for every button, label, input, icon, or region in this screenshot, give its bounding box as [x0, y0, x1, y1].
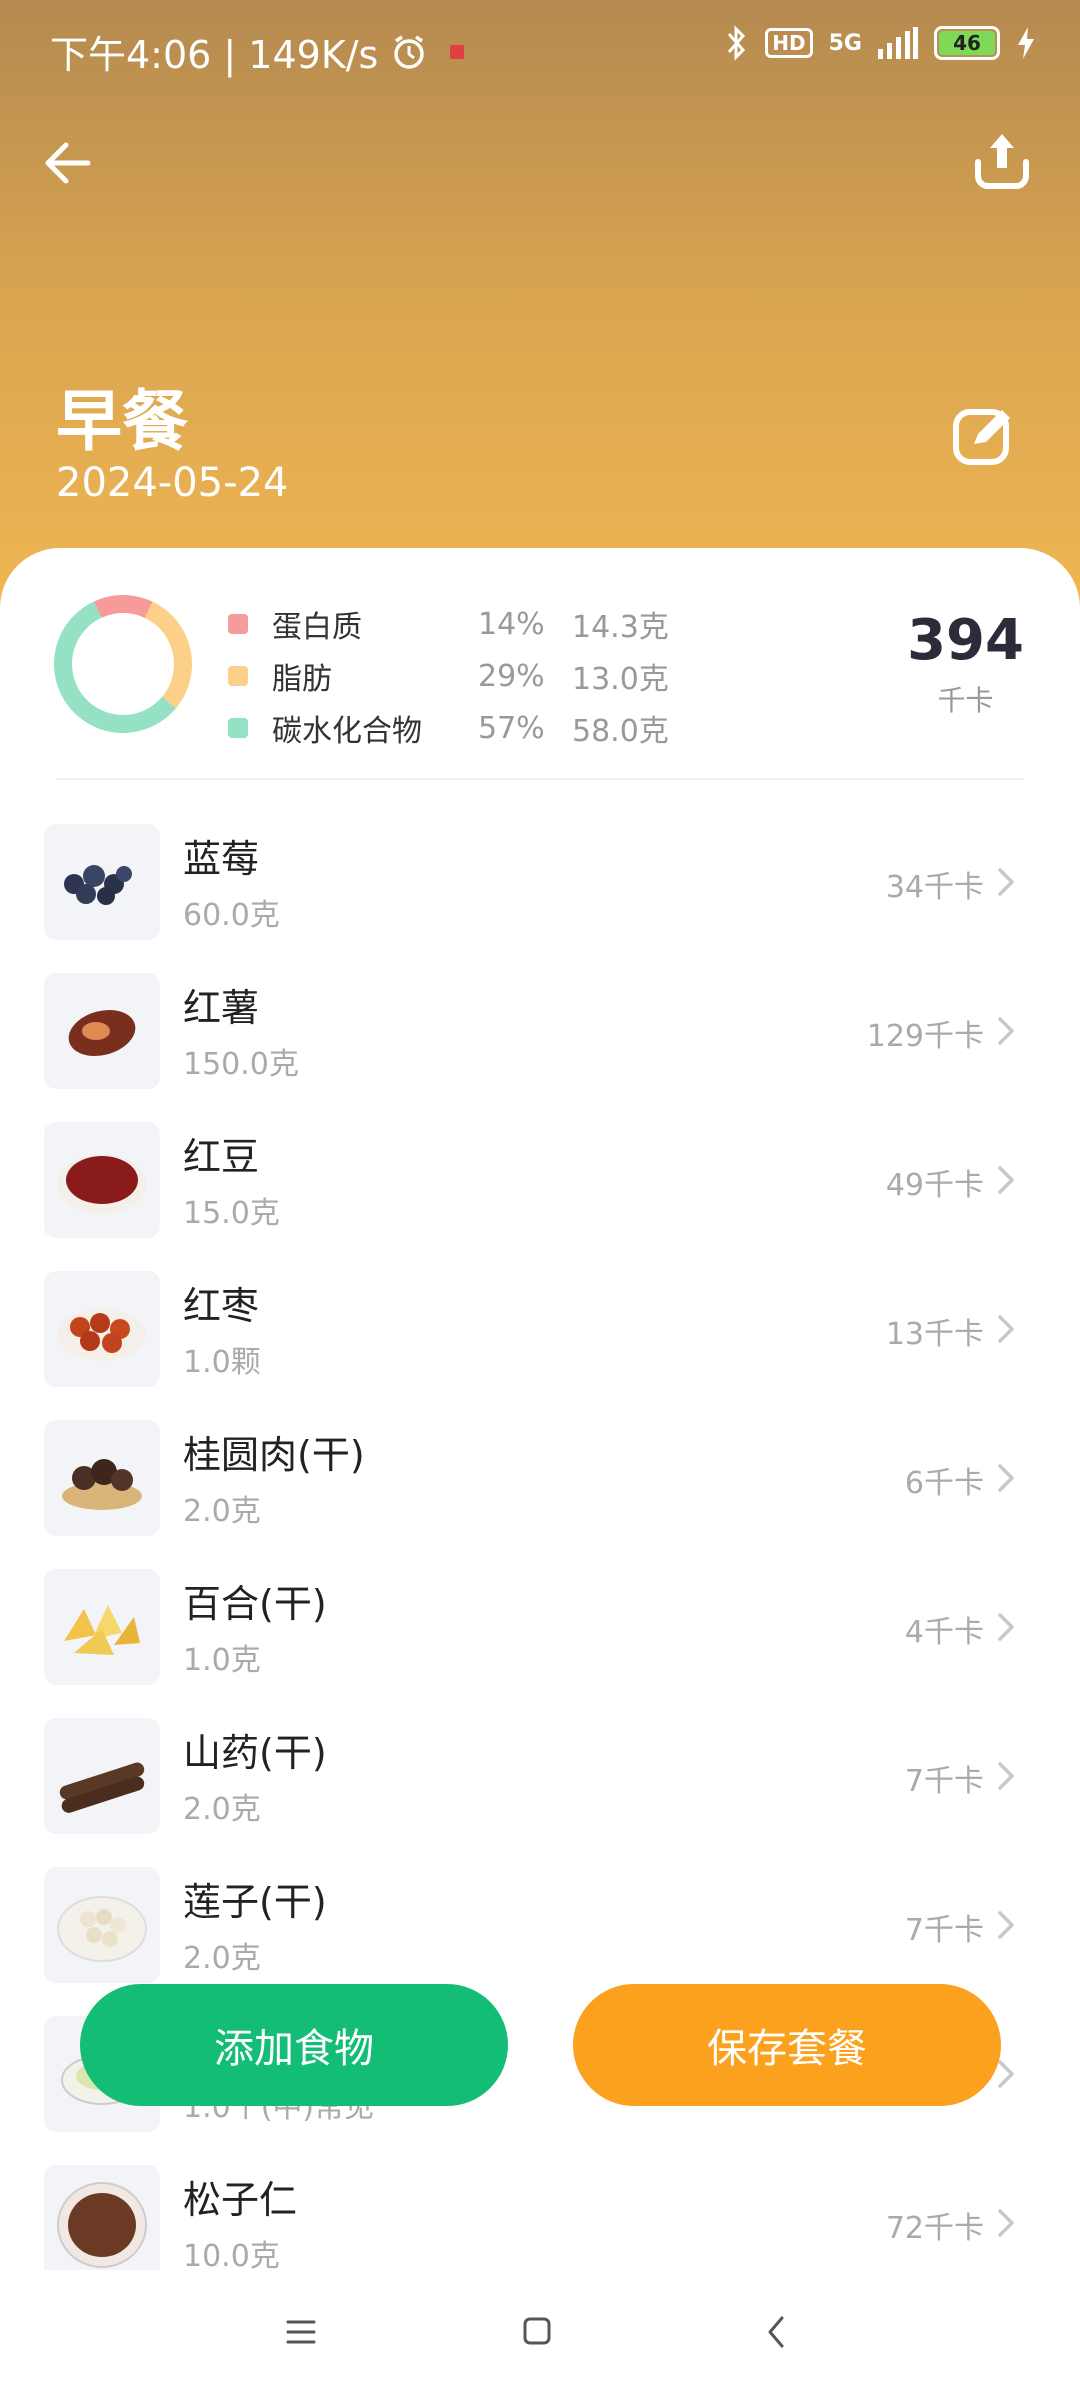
share-icon[interactable]	[970, 128, 1034, 192]
longan-icon	[44, 1420, 160, 1536]
chevron-right-icon	[998, 1613, 1014, 1641]
food-amount: 1.0克	[183, 1643, 261, 1678]
chevron-right-icon	[998, 1315, 1014, 1343]
food-name: 松子仁	[183, 2178, 298, 2222]
food-kcal: 7千卡	[904, 1913, 984, 1948]
nutrition-summary: 蛋白质 14% 14.3克 脂肪 29% 13.0克 碳水化合物 57% 58.…	[0, 548, 1080, 780]
food-amount: 150.0克	[183, 1047, 299, 1082]
food-kcal: 129千卡	[866, 1019, 984, 1054]
status-time-speed: 下午4:06 | 149K/s	[50, 33, 379, 77]
chevron-right-icon	[998, 868, 1014, 896]
content-sheet: 蛋白质 14% 14.3克 脂肪 29% 13.0克 碳水化合物 57% 58.…	[0, 548, 1080, 2400]
chevron-right-icon	[998, 2209, 1014, 2237]
macro-donut-chart	[54, 595, 192, 733]
add-food-button[interactable]: 添加食物	[80, 1984, 508, 2106]
food-name: 桂圆肉(干)	[183, 1433, 365, 1477]
divider	[56, 778, 1024, 780]
protein-dot-icon	[228, 614, 248, 634]
lily-icon	[44, 1569, 160, 1685]
food-amount: 1.0颗	[183, 1345, 261, 1380]
status-bar: 下午4:06 | 149K/s HD 5G 46	[0, 0, 1080, 96]
food-kcal: 7千卡	[904, 1764, 984, 1799]
food-amount: 10.0克	[183, 2239, 280, 2274]
food-amount: 15.0克	[183, 1196, 280, 1231]
total-kcal: 394 千卡	[907, 608, 1024, 719]
save-meal-button[interactable]: 保存套餐	[573, 1984, 1001, 2106]
nav-back-icon[interactable]	[764, 2314, 788, 2350]
total-kcal-unit: 千卡	[937, 684, 994, 717]
signal-icon	[878, 27, 918, 59]
alarm-icon	[394, 35, 425, 69]
system-nav-bar	[0, 2270, 1080, 2400]
meal-date: 2024-05-24	[56, 460, 289, 506]
notification-icon	[450, 44, 465, 59]
food-kcal: 4千卡	[904, 1615, 984, 1650]
food-name: 红豆	[183, 1135, 260, 1179]
food-row[interactable]: 红薯 150.0克 129千卡	[0, 957, 1080, 1106]
food-name: 山药(干)	[183, 1731, 327, 1775]
blueberry-icon	[44, 824, 160, 940]
macro-row-carbs: 碳水化合物 57% 58.0克	[228, 702, 688, 754]
macro-row-protein: 蛋白质 14% 14.3克	[228, 598, 688, 650]
edit-icon[interactable]	[948, 400, 1020, 472]
donut-segment-1	[54, 595, 192, 733]
chevron-right-icon	[998, 1464, 1014, 1492]
macro-row-fat: 脂肪 29% 13.0克	[228, 650, 688, 702]
menu-icon[interactable]	[286, 2318, 316, 2346]
food-name: 红枣	[183, 1284, 260, 1328]
total-kcal-value: 394	[907, 608, 1024, 673]
fat-dot-icon	[228, 666, 248, 686]
donut-segment-0	[54, 595, 192, 733]
food-kcal: 72千卡	[885, 2211, 984, 2246]
network-label: 5G	[828, 30, 862, 56]
yam-icon	[44, 1718, 160, 1834]
macro-legend: 蛋白质 14% 14.3克 脂肪 29% 13.0克 碳水化合物 57% 58.…	[228, 598, 688, 754]
battery-icon: 46	[934, 26, 1000, 60]
hd-badge: HD	[765, 28, 813, 58]
food-row[interactable]: 蓝莓 60.0克 34千卡	[0, 808, 1080, 957]
back-arrow-icon[interactable]	[40, 135, 96, 191]
food-name: 红薯	[183, 986, 260, 1030]
sweet-potato-icon	[44, 973, 160, 1089]
food-name: 蓝莓	[183, 837, 260, 881]
food-row[interactable]: 桂圆肉(干) 2.0克 6千卡	[0, 1404, 1080, 1553]
food-row[interactable]: 百合(干) 1.0克 4千卡	[0, 1553, 1080, 1702]
food-kcal: 6千卡	[904, 1466, 984, 1501]
red-bean-icon	[44, 1122, 160, 1238]
food-amount: 2.0克	[183, 1494, 261, 1529]
food-kcal: 34千卡	[885, 870, 984, 905]
food-amount: 2.0克	[183, 1792, 261, 1827]
donut-segment-2	[54, 595, 192, 733]
food-name: 莲子(干)	[183, 1880, 327, 1924]
food-name: 百合(干)	[183, 1582, 327, 1626]
chevron-right-icon	[998, 1017, 1014, 1045]
food-row[interactable]: 莲子(干) 2.0克 7千卡	[0, 1851, 1080, 2000]
food-row[interactable]: 红豆 15.0克 49千卡	[0, 1106, 1080, 1255]
food-kcal: 49千卡	[885, 1168, 984, 1203]
chevron-right-icon	[998, 1911, 1014, 1939]
home-icon[interactable]	[522, 2316, 552, 2346]
food-amount: 60.0克	[183, 898, 280, 933]
red-date-icon	[44, 1271, 160, 1387]
chevron-right-icon	[998, 1166, 1014, 1194]
meal-title: 早餐	[56, 383, 188, 460]
lotus-seed-icon	[44, 1867, 160, 1983]
food-kcal: 13千卡	[885, 1317, 984, 1352]
chevron-right-icon	[998, 1762, 1014, 1790]
pine-nut-icon	[44, 2165, 160, 2281]
bluetooth-icon	[728, 25, 746, 61]
carbs-dot-icon	[228, 718, 248, 738]
food-row[interactable]: 山药(干) 2.0克 7千卡	[0, 1702, 1080, 1851]
food-amount: 2.0克	[183, 1941, 261, 1976]
food-row[interactable]: 红枣 1.0颗 13千卡	[0, 1255, 1080, 1404]
charging-icon	[1018, 27, 1034, 59]
